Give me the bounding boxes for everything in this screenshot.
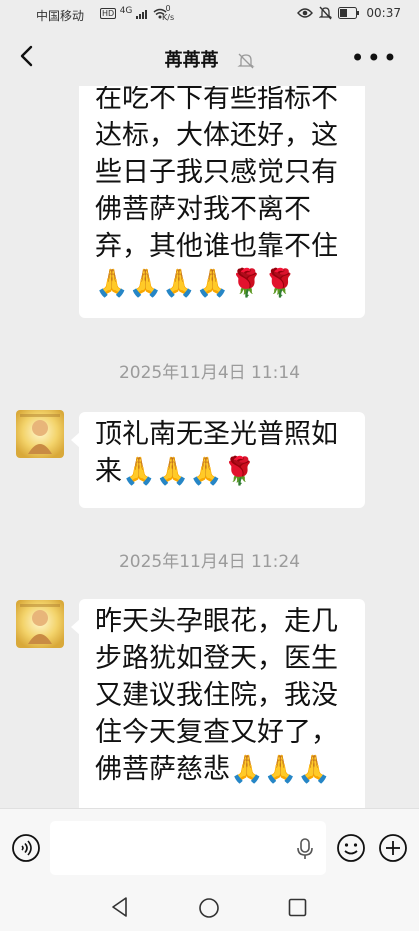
emoji-icon[interactable] — [336, 833, 366, 863]
avatar[interactable] — [16, 410, 64, 458]
muted-bell-icon — [236, 53, 255, 69]
avatar[interactable] — [16, 600, 64, 648]
clock: 00:37 — [366, 6, 401, 20]
bubble-tail — [71, 619, 80, 635]
battery-icon — [338, 7, 360, 19]
signal-icon — [135, 9, 147, 19]
buddha-avatar-image — [16, 600, 64, 648]
nav-recent-apps-icon[interactable] — [288, 898, 307, 917]
contact-name: 苒苒苒 — [164, 50, 219, 71]
microphone-icon[interactable] — [295, 837, 315, 861]
eye-icon — [297, 8, 314, 18]
timestamp: 2025年11月4日 11:24 — [118, 552, 301, 572]
network-indicator: HD 4G — [100, 6, 167, 19]
message-input[interactable] — [50, 821, 326, 875]
status-bar: 中国移动 HD 4G 0 K/s 00:37 — [0, 0, 419, 30]
message-bubble[interactable]: 昨天头孕眼花，走几步路犹如登天，医生又建议我住院，我没住今天复查又好了，佛菩萨慈… — [71, 599, 365, 808]
message-text: 顶礼南无圣光普照如来🙏🙏🙏🌹 — [95, 419, 338, 487]
speed-unit: K/s — [162, 13, 175, 22]
message-text: 昨天头孕眼花，走几步路犹如登天，医生又建议我住院，我没住今天复查又好了，佛菩萨慈… — [95, 606, 338, 785]
nav-home-icon[interactable] — [198, 897, 220, 919]
chat-header: 苒苒苒 ••• — [0, 30, 419, 86]
more-options-icon[interactable]: ••• — [351, 44, 399, 72]
status-right: 00:37 — [297, 6, 401, 20]
timestamp: 2025年11月4日 11:14 — [118, 363, 301, 383]
hd-badge: HD — [100, 8, 117, 19]
message-bubble[interactable]: 在吃不下有些指标不达标，大体还好，这些日子我只感觉只有佛菩萨对我不离不弃，其他谁… — [79, 86, 365, 318]
system-nav-bar — [0, 886, 419, 931]
plus-icon[interactable] — [378, 833, 408, 863]
input-bar — [0, 808, 419, 887]
message-bubble[interactable]: 顶礼南无圣光普照如来🙏🙏🙏🌹 — [71, 412, 365, 508]
bubble-tail — [71, 432, 80, 448]
message-text: 在吃不下有些指标不达标，大体还好，这些日子我只感觉只有佛菩萨对我不离不弃，其他谁… — [95, 86, 338, 299]
signal-label: 4G — [119, 6, 133, 16]
nav-back-icon[interactable] — [110, 896, 130, 918]
voice-mode-icon[interactable] — [11, 833, 41, 863]
buddha-avatar-image — [16, 410, 64, 458]
network-speed: 0 K/s — [162, 4, 174, 22]
message-list[interactable]: 在吃不下有些指标不达标，大体还好，这些日子我只感觉只有佛菩萨对我不离不弃，其他谁… — [0, 86, 419, 808]
carrier-label: 中国移动 — [36, 9, 85, 23]
mute-bell-icon — [319, 6, 333, 20]
speed-value: 0 — [165, 4, 171, 13]
